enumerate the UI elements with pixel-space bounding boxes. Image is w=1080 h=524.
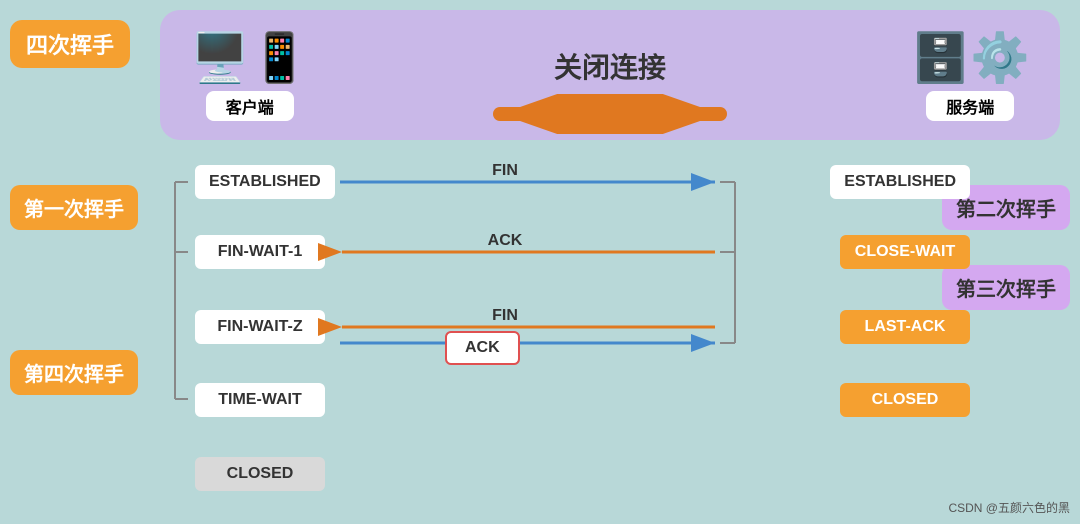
watermark: CSDN @五颜六色的黑 <box>948 499 1070 516</box>
handshake-title: 四次挥手 <box>10 20 130 68</box>
first-handshake-label: 第一次挥手 <box>10 185 138 230</box>
svg-text:ACK: ACK <box>488 232 523 249</box>
svg-text:FIN: FIN <box>492 307 518 324</box>
client-box: 🖥️📱 客户端 <box>190 29 310 121</box>
server-box: 🗄️⚙️ 服务端 <box>910 29 1030 121</box>
right-established: ESTABLISHED <box>830 165 970 199</box>
diagram-area: 第一次挥手 第四次挥手 第二次挥手 第三次挥手 ESTABLISHED FIN-… <box>0 155 1080 524</box>
fourth-handshake-label: 第四次挥手 <box>10 350 138 395</box>
connection-label: 关闭连接 <box>554 46 666 86</box>
svg-text:FIN: FIN <box>492 162 518 179</box>
left-time-wait: TIME-WAIT <box>195 383 325 417</box>
right-closed: CLOSED <box>840 383 970 417</box>
third-handshake-label: 第三次挥手 <box>942 265 1070 310</box>
client-label: 客户端 <box>206 91 294 121</box>
right-last-ack: LAST-ACK <box>840 310 970 344</box>
server-icon: 🗄️⚙️ <box>910 29 1030 86</box>
left-closed: CLOSED <box>195 457 325 491</box>
top-section: 🖥️📱 客户端 关闭连接 🗄️⚙️ 服务端 <box>160 10 1060 140</box>
server-label: 服务端 <box>926 91 1014 121</box>
ack-highlighted-box: ACK <box>445 331 520 365</box>
left-fin-wait-2: FIN-WAIT-Z <box>195 310 325 344</box>
bidirectional-arrow <box>480 94 740 134</box>
left-established: ESTABLISHED <box>195 165 335 199</box>
client-icon: 🖥️📱 <box>190 29 310 86</box>
left-fin-wait-1: FIN-WAIT-1 <box>195 235 325 269</box>
right-close-wait: CLOSE-WAIT <box>840 235 970 269</box>
